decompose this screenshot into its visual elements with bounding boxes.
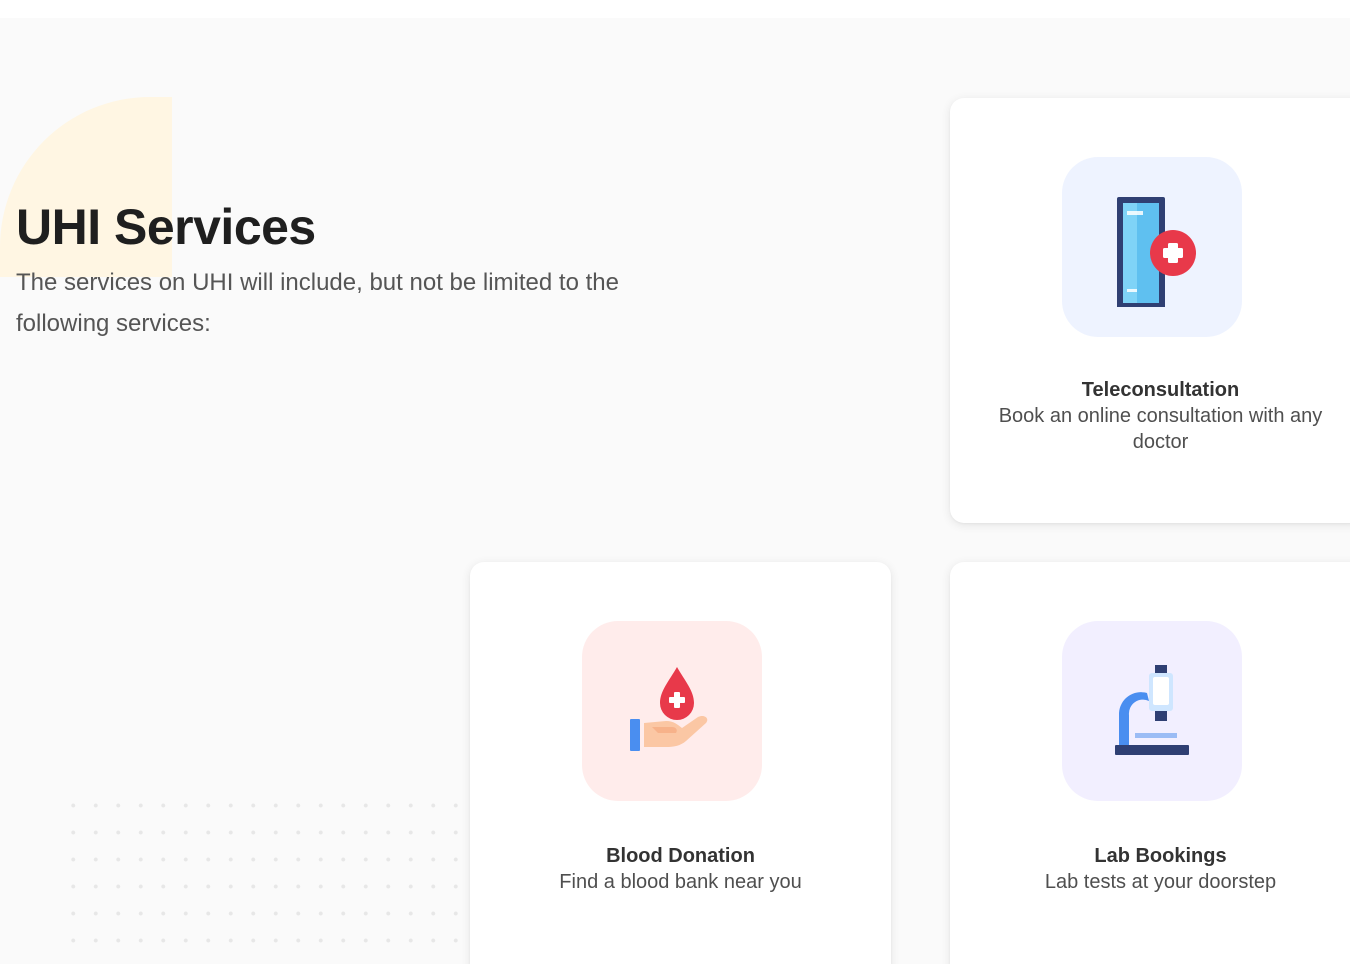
service-card-blood-donation[interactable]: Blood Donation Find a blood bank near yo…	[470, 562, 891, 964]
microscope-icon	[1115, 665, 1189, 755]
card-description: Lab tests at your doorstep	[1044, 871, 1277, 893]
icon-tile	[1062, 621, 1242, 801]
service-card-lab-bookings[interactable]: Lab Bookings Lab tests at your doorstep	[950, 562, 1350, 964]
card-text: Blood Donation Find a blood bank near yo…	[494, 843, 867, 895]
phone-medical-icon	[1117, 197, 1196, 307]
section-title: UHI Services	[16, 199, 316, 255]
dot-pattern	[62, 792, 467, 952]
card-text: Teleconsultation Book an online consulta…	[974, 377, 1347, 455]
card-text: Lab Bookings Lab tests at your doorstep	[974, 843, 1347, 895]
blood-donation-icon	[630, 667, 708, 751]
card-description: Find a blood bank near you	[559, 871, 802, 893]
icon-tile	[582, 621, 762, 801]
icon-tile	[1062, 157, 1242, 337]
card-title: Teleconsultation	[1081, 379, 1240, 401]
services-section: UHI Services The services on UHI will in…	[0, 18, 1350, 964]
card-title: Lab Bookings	[1094, 845, 1227, 867]
card-description: Book an online consultation with any doc…	[998, 405, 1323, 453]
section-subtitle: The services on UHI will include, but no…	[16, 269, 619, 337]
card-title: Blood Donation	[606, 845, 755, 867]
service-card-teleconsultation[interactable]: Teleconsultation Book an online consulta…	[950, 98, 1350, 523]
